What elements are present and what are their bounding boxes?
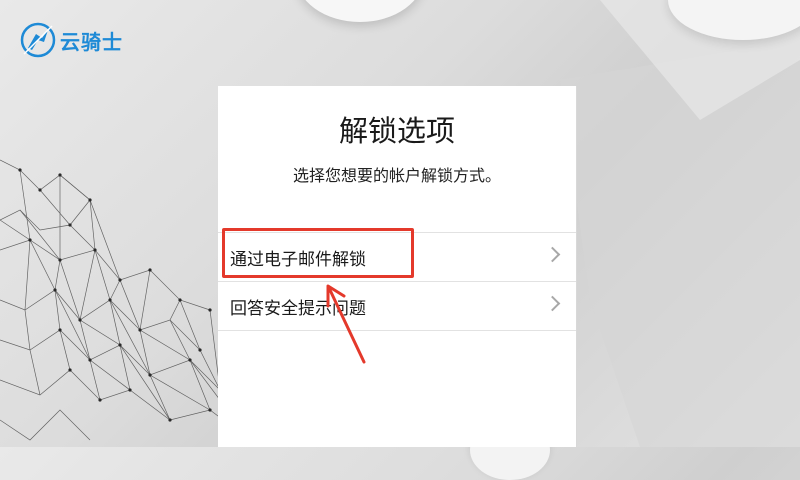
page-subtitle: 选择您想要的帐户解锁方式。 <box>292 166 501 185</box>
page-title: 解锁选项 <box>338 114 455 148</box>
answer-security-questions-option[interactable]: 回答安全提示问题 <box>218 282 576 331</box>
logo-text: 云骑士 <box>60 29 123 54</box>
logo: 云骑士 <box>18 20 123 60</box>
annotation-arrow-icon <box>326 284 366 364</box>
knight-icon <box>20 22 56 58</box>
chevron-right-icon <box>544 295 561 312</box>
chevron-right-icon <box>544 246 561 263</box>
highlight-box <box>222 228 414 278</box>
